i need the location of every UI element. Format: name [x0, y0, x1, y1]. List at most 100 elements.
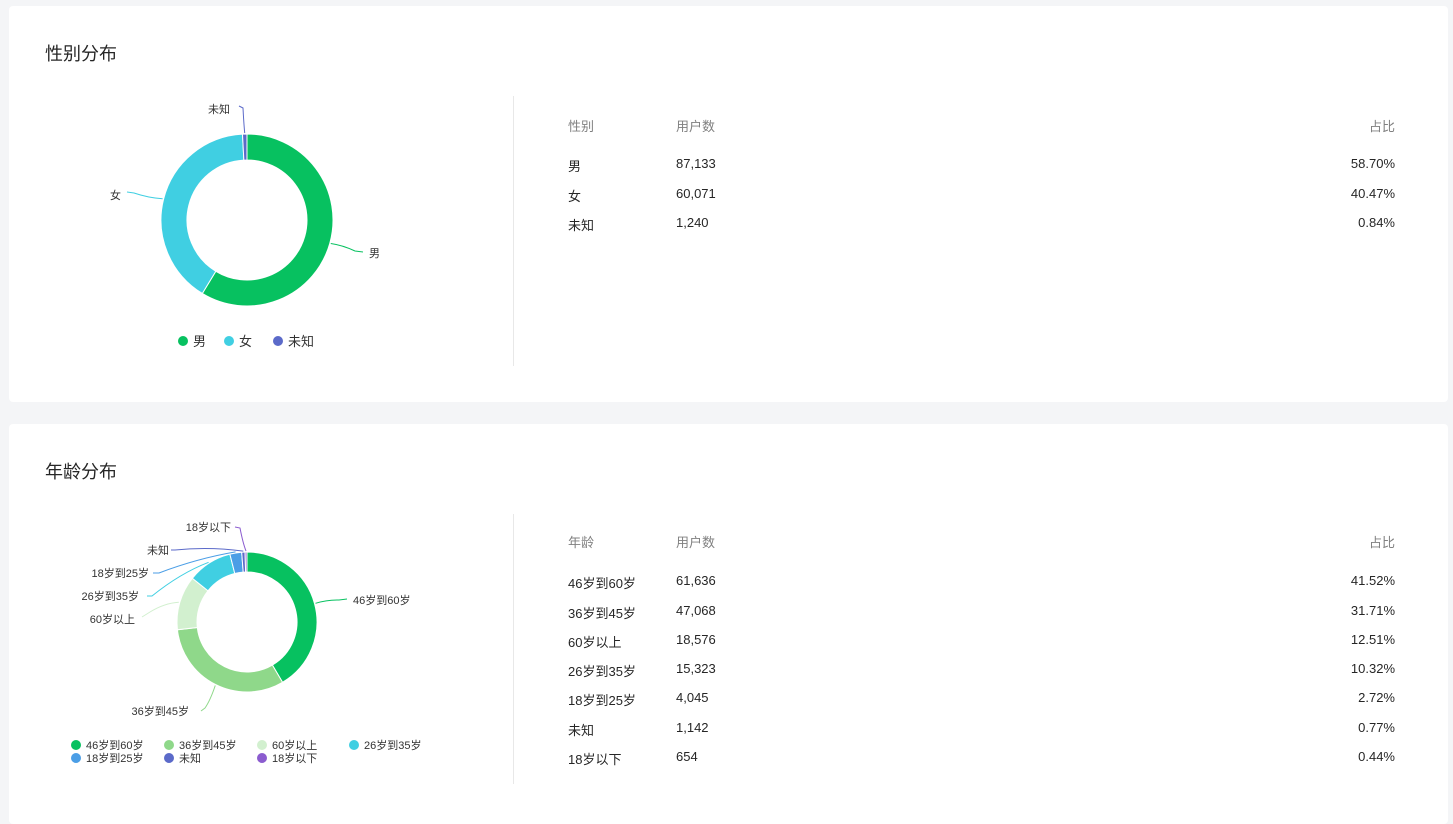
- row-ratio: 41.52%: [1350, 573, 1395, 589]
- age-leader-line-5: [171, 548, 244, 552]
- age-legend-label: 18岁到25岁: [86, 753, 144, 765]
- table-row: 26岁到35岁 15,323 10.32%: [568, 661, 1395, 690]
- age-legend-dot-icon: [349, 740, 359, 750]
- age-table-header: 年龄 用户数 占比: [568, 532, 1395, 561]
- row-ratio: 0.77%: [1358, 719, 1395, 735]
- age-slice-label-4: 18岁到25岁: [92, 566, 149, 580]
- row-label: 26岁到35岁: [568, 664, 636, 680]
- gender-slice-label-0: 男: [369, 248, 380, 260]
- gender-table-header: 性别 用户数 占比: [568, 116, 1395, 145]
- gender-legend-item-2[interactable]: 未知: [273, 331, 314, 350]
- header-ratio: 占比: [1368, 119, 1395, 134]
- age-slice-0[interactable]: [246, 551, 318, 683]
- age-table: 年龄 用户数 占比 46岁到60岁 61,636 41.52% 36岁到45岁 …: [568, 532, 1395, 778]
- table-row: 36岁到45岁 47,068 31.71%: [568, 603, 1395, 632]
- row-count: 4,045: [676, 690, 709, 706]
- row-count: 47,068: [676, 602, 716, 618]
- gender-legend-dot-icon: [273, 335, 283, 346]
- row-ratio: 12.51%: [1350, 631, 1395, 647]
- age-leader-line-1: [200, 685, 216, 712]
- header-users: 用户数: [676, 119, 716, 134]
- gender-donut-chart: 男 女 未知: [110, 102, 380, 307]
- row-ratio: 31.71%: [1350, 602, 1395, 618]
- row-label: 18岁以下: [568, 752, 622, 768]
- gender-leader-line-1: [126, 191, 163, 200]
- row-label: 女: [568, 188, 582, 204]
- row-count: 1,142: [676, 719, 709, 735]
- age-legend-dot-icon: [71, 753, 81, 763]
- row-label: 46岁到60岁: [568, 576, 636, 592]
- gender-leader-line-2: [238, 105, 246, 134]
- age-slice-label-2: 60岁以上: [90, 612, 135, 626]
- age-legend-item-6[interactable]: 18岁以下: [257, 750, 317, 766]
- row-count: 60,071: [676, 185, 716, 201]
- age-slice-label-3: 26岁到35岁: [82, 589, 139, 603]
- row-count: 61,636: [676, 573, 716, 589]
- age-slice-label-1: 36岁到45岁: [132, 704, 189, 718]
- row-label: 36岁到45岁: [568, 605, 636, 621]
- gender-leader-line-0: [330, 242, 364, 253]
- row-count: 654: [676, 749, 698, 765]
- table-row: 女 60,071 40.47%: [568, 186, 1395, 215]
- age-slice-1[interactable]: [176, 626, 284, 693]
- gender-legend-label: 男: [193, 334, 207, 349]
- header-gender: 性别: [568, 119, 595, 134]
- gender-table: 性别 用户数 占比 男 87,133 58.70% 女 60,071 40.47…: [568, 116, 1395, 244]
- table-row: 男 87,133 58.70%: [568, 156, 1395, 185]
- age-legend-dot-icon: [257, 740, 267, 750]
- age-leader-line-2: [141, 601, 179, 618]
- age-legend-item-5[interactable]: 未知: [164, 750, 201, 766]
- age-divider: [513, 514, 514, 784]
- row-ratio: 10.32%: [1350, 661, 1395, 677]
- gender-slice-1[interactable]: [160, 133, 245, 295]
- table-row: 60岁以上 18,576 12.51%: [568, 632, 1395, 661]
- age-leader-line-6: [234, 526, 247, 552]
- row-count: 87,133: [676, 156, 716, 172]
- age-card: 年龄分布 46岁到60岁 36岁到45岁 60岁以上 26岁到35岁 18岁到25岁 未知…: [9, 424, 1448, 824]
- gender-legend-item-1[interactable]: 女: [224, 331, 252, 350]
- gender-legend-label: 女: [239, 334, 253, 349]
- header-age: 年龄: [568, 535, 595, 550]
- row-label: 60岁以上: [568, 634, 622, 650]
- age-slice-6[interactable]: [244, 551, 248, 573]
- age-legend-dot-icon: [257, 753, 267, 763]
- gender-card: 性别分布 男女未知 男女未知 性别 用户数 占比 男 87,133 58.70%…: [9, 6, 1448, 402]
- gender-slice-2[interactable]: [241, 133, 248, 161]
- age-legend-label: 26岁到35岁: [364, 740, 422, 752]
- table-row: 未知 1,240 0.84%: [568, 215, 1395, 244]
- row-label: 未知: [568, 217, 595, 233]
- age-slice-label-0: 46岁到60岁: [353, 593, 410, 607]
- age-legend-item-4[interactable]: 18岁到25岁: [71, 750, 143, 766]
- age-slice-label-6: 18岁以下: [186, 520, 231, 534]
- gender-slice-label-1: 女: [110, 188, 121, 202]
- age-legend-label: 未知: [179, 753, 201, 765]
- age-legend-dot-icon: [164, 740, 174, 750]
- gender-legend-item-0[interactable]: 男: [178, 331, 206, 350]
- gender-legend-label: 未知: [288, 334, 315, 349]
- row-ratio: 58.70%: [1350, 156, 1395, 172]
- age-slice-label-5: 未知: [147, 543, 169, 557]
- gender-divider: [513, 96, 514, 366]
- gender-slice-label-2: 未知: [208, 102, 230, 116]
- row-ratio: 0.44%: [1358, 749, 1395, 765]
- gender-legend-dot-icon: [178, 335, 188, 346]
- age-leader-line-0: [315, 598, 348, 604]
- age-legend-dot-icon: [71, 740, 81, 750]
- row-ratio: 2.72%: [1358, 690, 1395, 706]
- row-label: 男: [568, 159, 582, 175]
- table-row: 46岁到60岁 61,636 41.52%: [568, 573, 1395, 602]
- row-count: 1,240: [676, 214, 709, 230]
- header-users: 用户数: [676, 535, 716, 550]
- row-label: 未知: [568, 722, 595, 738]
- gender-legend-dot-icon: [224, 335, 234, 346]
- row-count: 15,323: [676, 661, 716, 677]
- table-row: 18岁以下 654 0.44%: [568, 749, 1395, 778]
- age-legend-label: 18岁以下: [272, 753, 318, 765]
- age-legend-item-3[interactable]: 26岁到35岁: [349, 737, 421, 753]
- row-count: 18,576: [676, 631, 716, 647]
- row-label: 18岁到25岁: [568, 693, 636, 709]
- row-ratio: 40.47%: [1350, 185, 1395, 201]
- age-legend-dot-icon: [164, 753, 174, 763]
- header-ratio: 占比: [1368, 535, 1395, 550]
- table-row: 18岁到25岁 4,045 2.72%: [568, 690, 1395, 719]
